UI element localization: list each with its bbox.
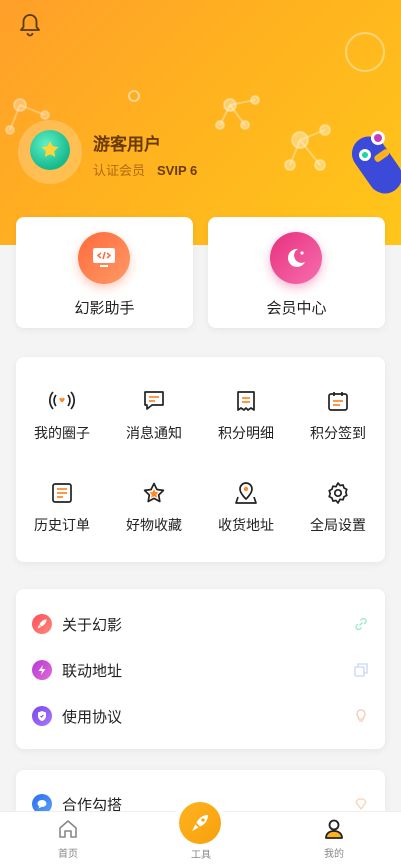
monitor-code-icon <box>78 232 130 284</box>
message-icon <box>144 391 164 410</box>
grid-item-checkin[interactable]: 积分签到 <box>292 389 384 443</box>
calendar-icon <box>328 392 348 411</box>
grid-item-favorites[interactable]: 好物收藏 <box>108 481 200 535</box>
profile-header: 游客用户 认证会员 SVIP 6 <box>0 0 401 245</box>
list-item-about[interactable]: 关于幻影 <box>16 601 385 647</box>
grid-item-circle[interactable]: 我的圈子 <box>16 389 108 443</box>
vip-badge: SVIP 6 <box>157 163 198 178</box>
rocket-icon <box>192 815 208 831</box>
order-list-icon <box>52 483 72 503</box>
user-level: 认证会员 SVIP 6 <box>93 160 197 179</box>
copy-icon <box>354 663 368 677</box>
grid-label: 积分明细 <box>218 425 274 441</box>
grid-item-points[interactable]: 积分明细 <box>200 389 292 443</box>
badge-star-icon <box>41 141 59 157</box>
bell-icon[interactable] <box>18 12 42 38</box>
moon-icon <box>270 232 322 284</box>
grid-label: 全局设置 <box>310 517 366 533</box>
receipt-icon <box>237 391 255 411</box>
assistant-card[interactable]: 幻影助手 <box>16 217 193 328</box>
list-item-label: 联动地址 <box>62 662 123 680</box>
user-icon <box>325 819 343 839</box>
member-center-label: 会员中心 <box>266 300 327 317</box>
molecule-decor <box>215 95 331 171</box>
tab-label: 首页 <box>58 849 78 860</box>
shield-icon <box>32 706 52 726</box>
decor-circle <box>345 32 385 72</box>
member-center-card[interactable]: 会员中心 <box>208 217 385 328</box>
grid-label: 历史订单 <box>34 517 90 533</box>
list-item-agreement[interactable]: 使用协议 <box>16 693 385 739</box>
mascot-icon <box>352 131 401 194</box>
rocket-icon <box>32 614 52 634</box>
bulb-icon <box>356 709 366 722</box>
grid-item-orders[interactable]: 历史订单 <box>16 481 108 535</box>
user-name: 游客用户 <box>93 135 161 154</box>
home-icon <box>59 820 77 838</box>
feature-grid: 我的圈子 消息通知 积分明细 积分签到 历史订单 好物收藏 收货地址 全局设置 <box>16 357 385 562</box>
list-item-linkage[interactable]: 联动地址 <box>16 647 385 693</box>
tab-home[interactable]: 首页 <box>28 818 108 860</box>
list-item-label: 关于幻影 <box>62 616 123 634</box>
grid-item-address[interactable]: 收货地址 <box>200 481 292 535</box>
assistant-label: 幻影助手 <box>74 300 135 317</box>
grid-item-settings[interactable]: 全局设置 <box>292 481 384 535</box>
grid-label: 我的圈子 <box>34 425 90 441</box>
diamond-icon <box>355 798 367 810</box>
avatar[interactable] <box>30 130 70 170</box>
tools-button-inner <box>179 802 221 844</box>
list-item-label: 使用协议 <box>62 708 123 726</box>
grid-label: 好物收藏 <box>126 517 182 533</box>
star-icon <box>143 482 165 503</box>
grid-label: 收货地址 <box>218 517 274 533</box>
grid-label: 消息通知 <box>126 425 182 441</box>
link-icon <box>355 617 367 631</box>
lightning-icon <box>32 660 52 680</box>
grid-item-messages[interactable]: 消息通知 <box>108 389 200 443</box>
links-list: 关于幻影 联动地址 使用协议 <box>16 589 385 749</box>
broadcast-heart-icon <box>49 391 75 410</box>
tab-mine[interactable]: 我的 <box>294 818 374 860</box>
tab-label: 我的 <box>324 849 344 860</box>
member-label: 认证会员 <box>93 163 146 178</box>
decor-circle <box>128 90 140 102</box>
gear-icon <box>328 482 348 504</box>
map-pin-icon <box>235 482 257 504</box>
tools-button[interactable] <box>174 797 226 849</box>
grid-label: 积分签到 <box>310 425 366 441</box>
